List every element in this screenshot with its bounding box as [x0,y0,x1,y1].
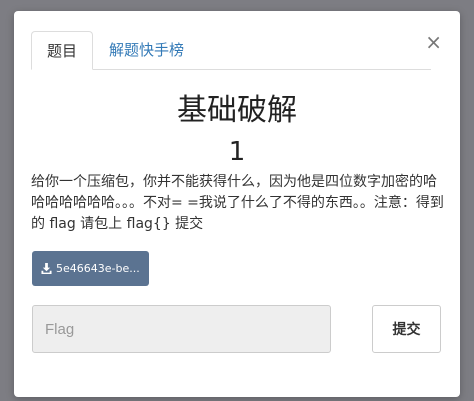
tab-writeup[interactable]: 解题快手榜 [109,31,184,69]
challenge-modal: 题目 解题快手榜 × 基础破解 1 给你一个压缩包，你并不能获得什么，因为他是四… [14,11,460,397]
challenge-score: 1 [228,137,246,167]
flag-input[interactable] [32,305,331,353]
challenge-description: 给你一个压缩包，你并不能获得什么，因为他是四位数字加密的哈哈哈哈哈哈哈。。。不对… [31,174,444,232]
challenge-title: 基础破解 [177,93,297,128]
tab-bar: 题目 解题快手榜 [31,31,431,70]
submit-button[interactable]: 提交 [372,305,441,353]
attachment-label: 5e46643e-be... [56,262,140,275]
download-attachment-button[interactable]: 5e46643e-be... [32,251,149,286]
download-icon [41,262,52,274]
tab-challenge[interactable]: 题目 [31,31,93,70]
close-icon[interactable]: × [425,31,442,53]
